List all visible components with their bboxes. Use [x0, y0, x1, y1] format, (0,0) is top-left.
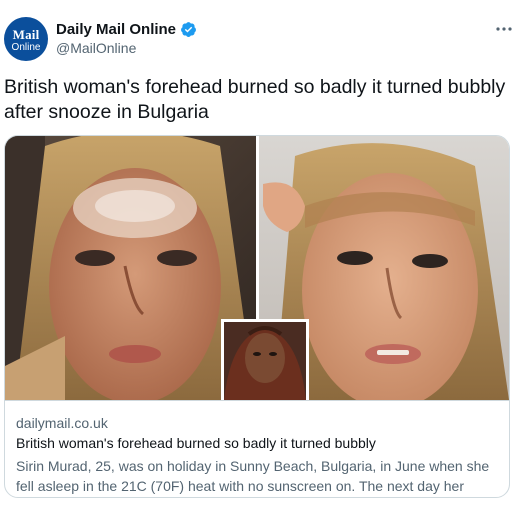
card-description: Sirin Murad, 25, was on holiday in Sunny…: [16, 458, 490, 494]
author-name-row: Daily Mail Online: [56, 19, 197, 39]
card-divider: [5, 400, 509, 401]
avatar-logo-mail: Mail: [12, 27, 40, 42]
verified-badge-icon: [181, 21, 196, 37]
more-horizontal-icon[interactable]: [494, 22, 514, 36]
card-domain: dailymail.co.uk: [16, 415, 108, 431]
inset-photo: [221, 319, 309, 400]
card-title: British woman's forehead burned so badly…: [16, 435, 376, 451]
card-image[interactable]: [5, 136, 509, 400]
author-handle[interactable]: @MailOnline: [56, 40, 136, 56]
tweet[interactable]: Mail Online Daily Mail Online @MailOnlin…: [0, 0, 521, 506]
tweet-text: British woman's forehead burned so badly…: [4, 76, 506, 123]
link-card[interactable]: dailymail.co.uk British woman's forehead…: [4, 135, 510, 498]
before-photo: [5, 136, 256, 400]
avatar-logo-online: Online: [11, 42, 41, 53]
author-display-name[interactable]: Daily Mail Online: [56, 21, 176, 38]
avatar[interactable]: Mail Online: [4, 17, 48, 61]
